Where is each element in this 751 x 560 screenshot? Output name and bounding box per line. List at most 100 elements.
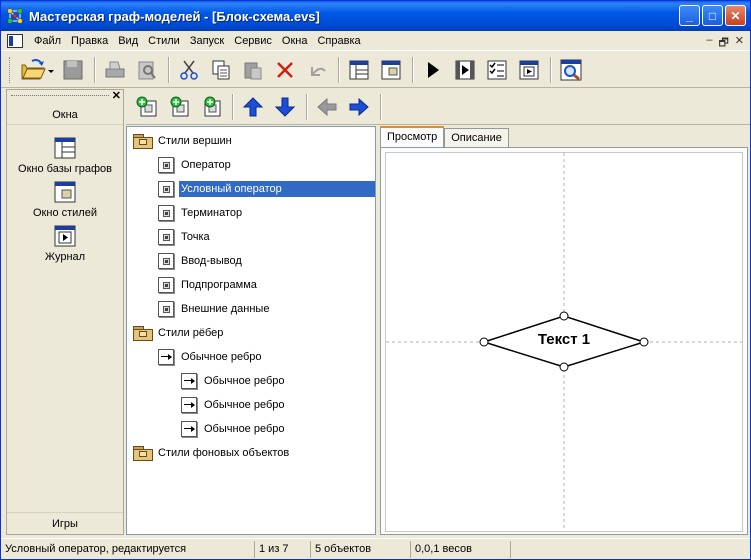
menu-view[interactable]: Вид	[113, 35, 143, 47]
menu-file[interactable]: Файл	[29, 35, 66, 47]
games-section-header[interactable]: Игры	[7, 512, 123, 534]
edge-style-icon	[158, 349, 174, 365]
cut-button[interactable]	[174, 55, 204, 85]
arrow-left-icon	[317, 97, 337, 116]
menu-service[interactable]: Сервис	[229, 35, 277, 47]
move-up-button[interactable]	[238, 92, 268, 122]
edge-style-icon	[181, 373, 197, 389]
vertex-style-icon	[158, 229, 174, 245]
status-position: 1 из 7	[255, 540, 311, 558]
print-button[interactable]	[100, 55, 130, 85]
menu-run[interactable]: Запуск	[185, 35, 229, 47]
play-icon	[428, 61, 439, 78]
folder-icon	[133, 326, 153, 341]
panel-header[interactable]: ✕	[7, 90, 123, 103]
tree-item-conditional-operator[interactable]: Условный оператор	[158, 179, 375, 199]
tree-item-point[interactable]: Точка	[158, 227, 212, 247]
add-child-style-button[interactable]	[164, 92, 194, 122]
tree-item-edge-child[interactable]: Обычное ребро	[181, 371, 287, 391]
tree-folder-edge-styles[interactable]: Стили рёбер	[133, 323, 225, 343]
menu-edit[interactable]: Правка	[66, 35, 113, 47]
paste-icon	[244, 62, 262, 79]
graph-base-icon	[349, 60, 369, 79]
windows-panel: ✕ Окна Окно базы графов Окно стилей Журн…	[6, 89, 124, 535]
move-down-button[interactable]	[270, 92, 300, 122]
styles-window-icon	[54, 181, 76, 203]
tab-preview[interactable]: Просмотр	[380, 126, 445, 147]
preview-frame: Текст 1	[380, 147, 748, 535]
mdi-minimize-button[interactable]: –	[706, 34, 712, 53]
tree-item-edge-child[interactable]: Обычное ребро	[181, 395, 287, 415]
tree-item-terminator[interactable]: Терминатор	[158, 203, 244, 223]
menu-windows[interactable]: Окна	[277, 35, 313, 47]
title-bar[interactable]: Мастерская граф-моделей - [Блок-схема.ev…	[1, 1, 750, 31]
journal-icon	[519, 60, 539, 79]
delete-button[interactable]	[270, 55, 300, 85]
journal-window-item[interactable]: Журнал	[7, 225, 123, 263]
checklist-icon	[487, 60, 507, 79]
preview-canvas[interactable]: Текст 1	[385, 152, 743, 532]
delete-x-icon	[277, 61, 293, 78]
open-folder-button[interactable]	[18, 55, 56, 85]
search-button[interactable]	[556, 55, 586, 85]
windows-section-header[interactable]: Окна	[7, 103, 123, 125]
maximize-button[interactable]: □	[702, 5, 723, 26]
edge-style-icon	[181, 421, 197, 437]
status-weight: 0,0,1 весов	[411, 540, 511, 558]
tree-item-edge-root[interactable]: Обычное ребро	[158, 347, 264, 367]
tab-description[interactable]: Описание	[444, 128, 509, 147]
graph-base-window-item[interactable]: Окно базы графов	[7, 137, 123, 175]
move-left-button[interactable]	[312, 92, 342, 122]
move-right-button[interactable]	[344, 92, 374, 122]
styles-window-button[interactable]	[376, 55, 406, 85]
tree-item-subroutine[interactable]: Подпрограмма	[158, 275, 259, 295]
undo-button[interactable]	[302, 55, 332, 85]
tree-folder-vertex-styles[interactable]: Стили вершин	[133, 131, 234, 151]
toolbar-grip[interactable]	[9, 56, 12, 83]
close-button[interactable]: ✕	[725, 5, 746, 26]
add-child-style-icon	[170, 96, 189, 116]
vertex-style-icon	[158, 253, 174, 269]
vertex-style-icon	[158, 157, 174, 173]
node-handle	[639, 337, 649, 347]
print-preview-button[interactable]	[132, 55, 162, 85]
tree-item-input-output[interactable]: Ввод-вывод	[158, 251, 244, 271]
journal-window-button[interactable]	[514, 55, 544, 85]
step-play-icon	[455, 60, 475, 79]
paste-button[interactable]	[238, 55, 268, 85]
node-text: Текст 1	[537, 331, 591, 348]
status-objects: 5 объектов	[311, 540, 411, 558]
add-sibling-style-button[interactable]	[196, 92, 226, 122]
mdi-close-button[interactable]: ✕	[735, 34, 744, 53]
step-button[interactable]	[450, 55, 480, 85]
tree-item-edge-child[interactable]: Обычное ребро	[181, 419, 287, 439]
app-graph-icon	[7, 8, 23, 24]
save-button[interactable]	[58, 55, 88, 85]
styles-tree: Стили вершин Оператор Условный оператор …	[126, 126, 376, 535]
document-window-icon[interactable]	[7, 33, 23, 48]
open-folder-icon	[21, 58, 54, 79]
panel-close-icon[interactable]: ✕	[112, 89, 121, 102]
minimize-button[interactable]: _	[679, 5, 700, 26]
node-handle	[559, 362, 569, 372]
tree-folder-background-styles[interactable]: Стили фоновых объектов	[133, 443, 291, 463]
node-handle	[479, 337, 489, 347]
run-button[interactable]	[418, 55, 448, 85]
tree-item-external-data[interactable]: Внешние данные	[158, 299, 271, 319]
graph-base-icon	[54, 137, 76, 159]
window-title: Мастерская граф-моделей - [Блок-схема.ev…	[29, 8, 320, 24]
styles-window-item[interactable]: Окно стилей	[7, 181, 123, 219]
folder-icon	[133, 446, 153, 461]
tree-item-operator[interactable]: Оператор	[158, 155, 233, 175]
mdi-restore-button[interactable]: 🗗	[718, 34, 728, 53]
preview-tabs: Просмотр Описание	[380, 126, 509, 147]
checklist-button[interactable]	[482, 55, 512, 85]
graph-base-window-button[interactable]	[344, 55, 374, 85]
scissors-icon	[180, 60, 198, 80]
add-style-button[interactable]	[132, 92, 162, 122]
menu-help[interactable]: Справка	[312, 35, 365, 47]
copy-button[interactable]	[206, 55, 236, 85]
main-window: Мастерская граф-моделей - [Блок-схема.ev…	[0, 0, 751, 560]
journal-window-label: Журнал	[44, 251, 86, 263]
menu-styles[interactable]: Стили	[143, 35, 185, 47]
